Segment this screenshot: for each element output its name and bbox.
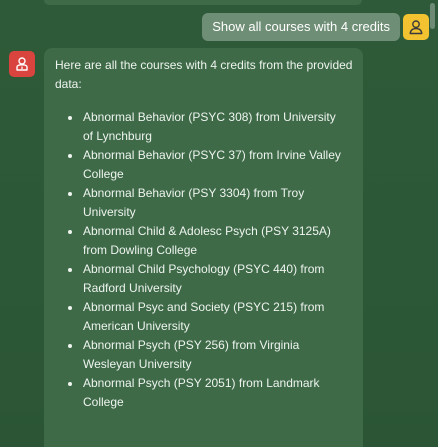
user-avatar — [403, 14, 429, 40]
course-list-item: Abnormal Behavior (PSYC 308) from Univer… — [68, 108, 353, 146]
course-list-item: Abnormal Psych (PSY 256) from Virginia W… — [68, 336, 353, 374]
assistant-intro-text: Here are all the courses with 4 credits … — [55, 58, 353, 91]
previous-message-bubble — [44, 0, 362, 5]
course-list-item: Abnormal Behavior (PSYC 37) from Irvine … — [68, 146, 353, 184]
user-icon — [409, 20, 423, 35]
user-message-bubble: Show all courses with 4 credits — [202, 13, 400, 41]
assistant-avatar — [9, 51, 35, 77]
course-list-item: Abnormal Behavior (PSY 3304) from Troy U… — [68, 184, 353, 222]
course-list: Abnormal Behavior (PSYC 308) from Univer… — [55, 108, 353, 412]
scrollbar-thumb[interactable] — [430, 3, 435, 29]
assistant-message-bubble: Here are all the courses with 4 credits … — [44, 48, 363, 447]
course-list-item: Abnormal Child & Adolesc Psych (PSY 3125… — [68, 222, 353, 260]
chat-transcript: Show all courses with 4 credits Here are… — [0, 0, 438, 447]
course-list-item: Abnormal Psych (PSY 2051) from Landmark … — [68, 374, 353, 412]
bot-icon — [16, 57, 28, 71]
course-list-item: Abnormal Child Psychology (PSYC 440) fro… — [68, 260, 353, 298]
course-list-item: Abnormal Psyc and Society (PSYC 215) fro… — [68, 298, 353, 336]
user-message-row: Show all courses with 4 credits — [202, 13, 400, 41]
